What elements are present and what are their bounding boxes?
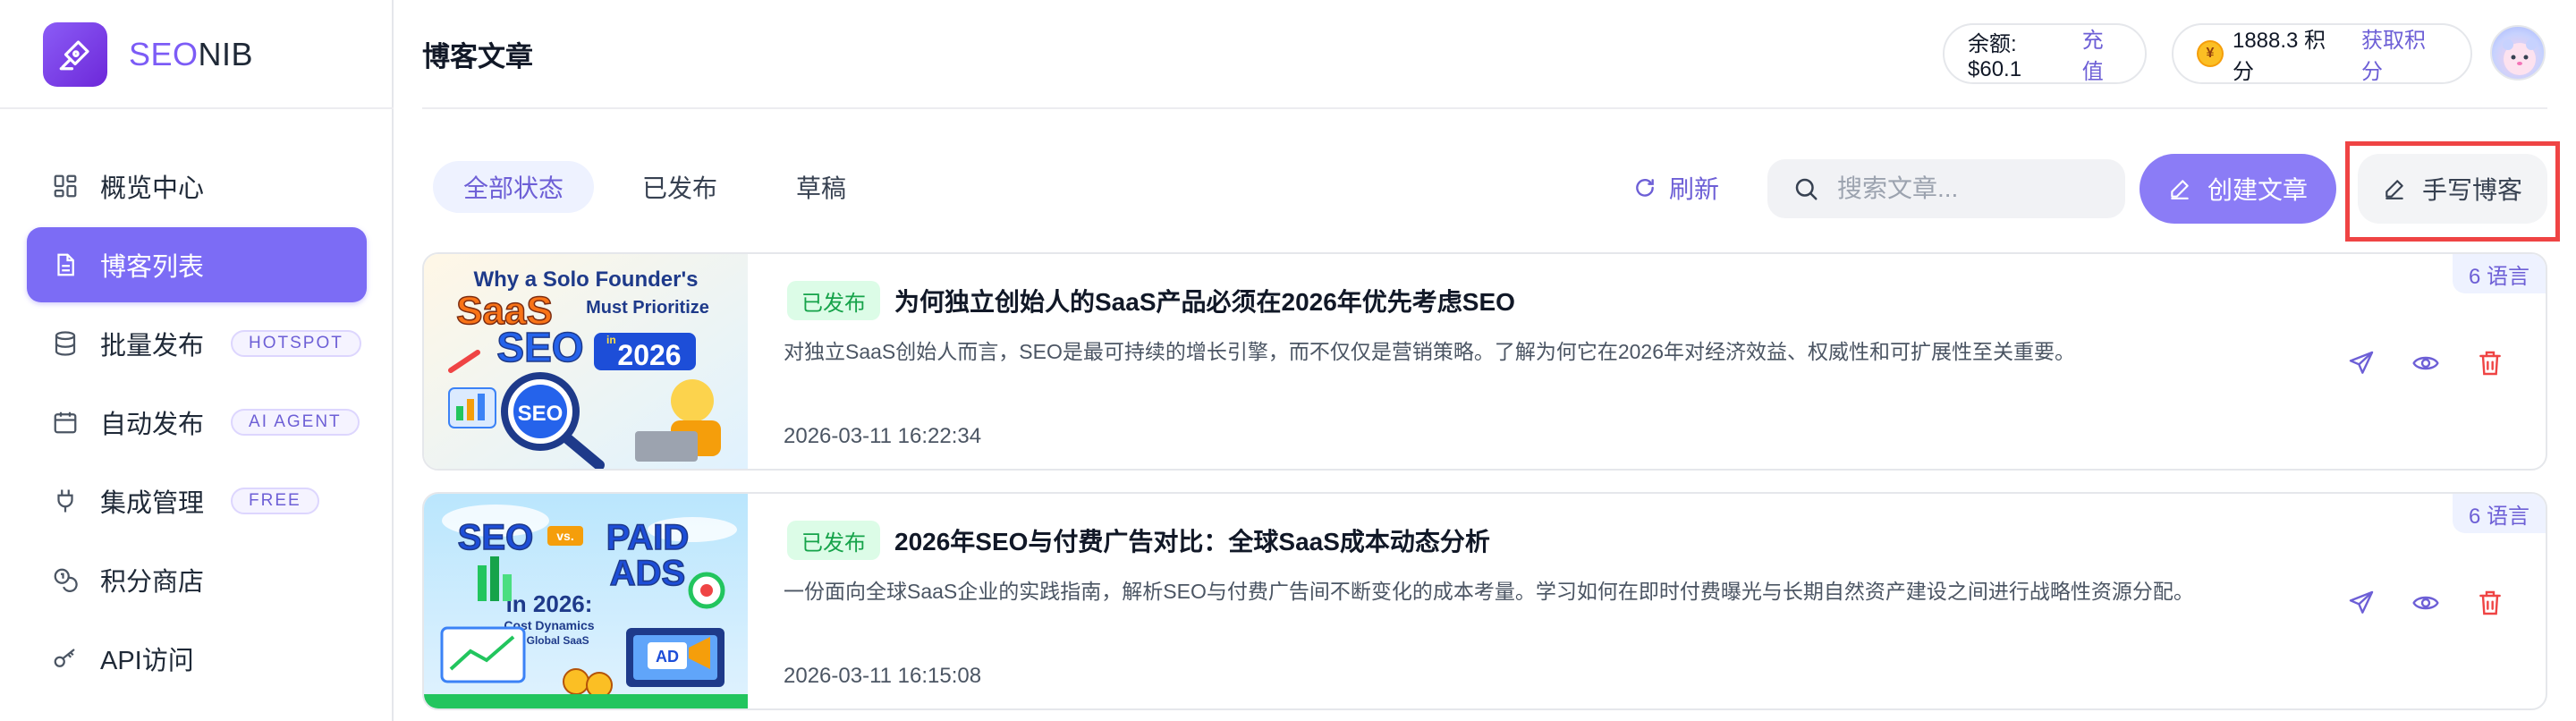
balance-value: 余额: $60.1 — [1968, 31, 2022, 81]
sidebar-item-label: 博客列表 — [100, 253, 205, 282]
ai-agent-badge: AI AGENT — [231, 409, 360, 436]
preview-button[interactable] — [2406, 344, 2445, 383]
document-icon — [50, 250, 80, 280]
language-count-badge[interactable]: 6 语言 — [2452, 494, 2546, 533]
delete-button[interactable] — [2470, 344, 2510, 383]
article-summary: 对独立SaaS创始人而言，SEO是最可持续的增长引擎，而不仅仅是营销策略。了解为… — [784, 340, 2076, 363]
tab-published[interactable]: 已发布 — [612, 161, 748, 213]
delete-button[interactable] — [2470, 583, 2510, 623]
article-card[interactable]: Why a Solo Founder's SaaS Must Prioritiz… — [422, 252, 2547, 471]
sidebar-item-integrations[interactable]: 集成管理 FREE — [27, 463, 367, 539]
sidebar-item-blog-list[interactable]: 博客列表 — [27, 227, 367, 302]
tab-all-status[interactable]: 全部状态 — [433, 161, 595, 213]
sidebar-item-label: 集成管理 — [100, 489, 205, 518]
sidebar-item-overview[interactable]: 概览中心 — [27, 148, 367, 224]
thumb-text: 2026 — [617, 339, 681, 371]
recharge-link[interactable]: 充值 — [2082, 22, 2122, 85]
sidebar-item-label: 概览中心 — [100, 174, 205, 203]
publish-button[interactable] — [2342, 583, 2381, 623]
key-icon — [50, 643, 80, 674]
database-icon — [50, 328, 80, 359]
language-count-badge[interactable]: 6 语言 — [2452, 254, 2546, 293]
sidebar-item-points-store[interactable]: 积分商店 — [27, 542, 367, 617]
get-points-link[interactable]: 获取积分 — [2361, 22, 2447, 85]
coins-icon — [50, 564, 80, 595]
pen-nib-logo-icon — [43, 22, 107, 87]
sidebar-item-label: 自动发布 — [100, 411, 205, 439]
create-article-button[interactable]: 创建文章 — [2140, 154, 2336, 224]
sidebar-item-api-access[interactable]: API访问 — [27, 621, 367, 696]
refresh-label: 刷新 — [1669, 175, 1720, 203]
thumb-text: SEO — [496, 324, 583, 370]
thumb-text: ADS — [610, 554, 685, 593]
thumb-text: Why a Solo Founder's — [473, 267, 698, 292]
trash-icon — [2479, 590, 2501, 615]
points-value: 1888.3 积分 — [2232, 29, 2326, 84]
article-title[interactable]: 2026年SEO与付费广告对比：全球SaaS成本动态分析 — [894, 521, 1490, 560]
search-icon — [1795, 178, 1818, 200]
send-icon — [2349, 590, 2374, 614]
article-date: 2026-03-11 16:15:08 — [784, 664, 982, 688]
dashboard-icon — [50, 171, 80, 201]
thumb-text: SEO — [518, 402, 564, 426]
avatar[interactable] — [2490, 25, 2546, 81]
refresh-button[interactable]: 刷新 — [1633, 165, 1719, 211]
article-actions — [2342, 583, 2535, 623]
article-thumbnail: Why a Solo Founder's SaaS Must Prioritiz… — [424, 254, 748, 469]
sidebar-item-label: API访问 — [100, 647, 194, 675]
search-input[interactable] — [1837, 174, 2106, 203]
article-summary: 一份面向全球SaaS企业的实践指南，解析SEO与付费广告间不断变化的成本考量。学… — [784, 580, 2194, 603]
create-article-label: 创建文章 — [2207, 176, 2308, 204]
coin-icon: ¥ — [2197, 40, 2224, 67]
plug-icon — [50, 486, 80, 516]
eye-icon — [2412, 596, 2439, 610]
edit-icon — [2171, 180, 2189, 199]
avatar-image — [2503, 39, 2537, 75]
status-badge: 已发布 — [787, 281, 880, 320]
status-badge: 已发布 — [787, 521, 880, 560]
brand[interactable]: SEONIB — [43, 21, 253, 88]
article-title[interactable]: 为何独立创始人的SaaS产品必须在2026年优先考虑SEO — [894, 281, 1515, 320]
brand-name: SEONIB — [129, 36, 254, 72]
sidebar-divider — [0, 107, 394, 109]
tab-draft[interactable]: 草稿 — [766, 161, 877, 213]
article-card[interactable]: SEO vs. PAID ADS in 2026: Cost Dynamics … — [422, 492, 2547, 710]
header-divider — [422, 107, 2547, 109]
sidebar-nav: 概览中心 博客列表 批量发布 HOTSPOT 自动发布 AI AGENT 集成管… — [27, 148, 367, 700]
highlight-box — [2345, 141, 2560, 242]
free-badge: FREE — [231, 488, 319, 514]
publish-button[interactable] — [2342, 344, 2381, 383]
thumb-text: in 2026: — [506, 590, 593, 617]
sidebar-item-auto-publish[interactable]: 自动发布 AI AGENT — [27, 385, 367, 460]
thumb-text: in — [606, 334, 616, 346]
sidebar-item-bulk-publish[interactable]: 批量发布 HOTSPOT — [27, 306, 367, 381]
refresh-icon — [1636, 179, 1654, 197]
thumb-text: AD — [656, 648, 679, 666]
send-icon — [2349, 351, 2374, 374]
sidebar-item-label: 积分商店 — [100, 568, 205, 597]
points-pill: ¥ 1888.3 积分 获取积分 — [2172, 23, 2472, 84]
trash-icon — [2479, 351, 2501, 376]
page-title: 博客文章 — [422, 41, 533, 72]
article-actions — [2342, 344, 2535, 383]
balance-pill: 余额: $60.1 充值 — [1943, 23, 2147, 84]
thumb-text: vs. — [556, 529, 573, 543]
eye-icon — [2412, 356, 2439, 370]
search-box — [1767, 159, 2125, 218]
status-tabs: 全部状态 已发布 草稿 — [433, 161, 894, 213]
thumb-text: PAID — [606, 518, 690, 557]
thumb-text: SEO — [458, 518, 533, 557]
sidebar-item-label: 批量发布 — [100, 332, 205, 360]
article-date: 2026-03-11 16:22:34 — [784, 424, 982, 448]
thumb-text: Must Prioritize — [586, 298, 709, 318]
preview-button[interactable] — [2406, 583, 2445, 623]
calendar-icon — [50, 407, 80, 437]
hotspot-badge: HOTSPOT — [231, 330, 361, 357]
article-thumbnail: SEO vs. PAID ADS in 2026: Cost Dynamics … — [424, 494, 748, 708]
sidebar: SEONIB 概览中心 博客列表 批量发布 HOTSPOT 自动发布 AI AG… — [0, 0, 394, 721]
